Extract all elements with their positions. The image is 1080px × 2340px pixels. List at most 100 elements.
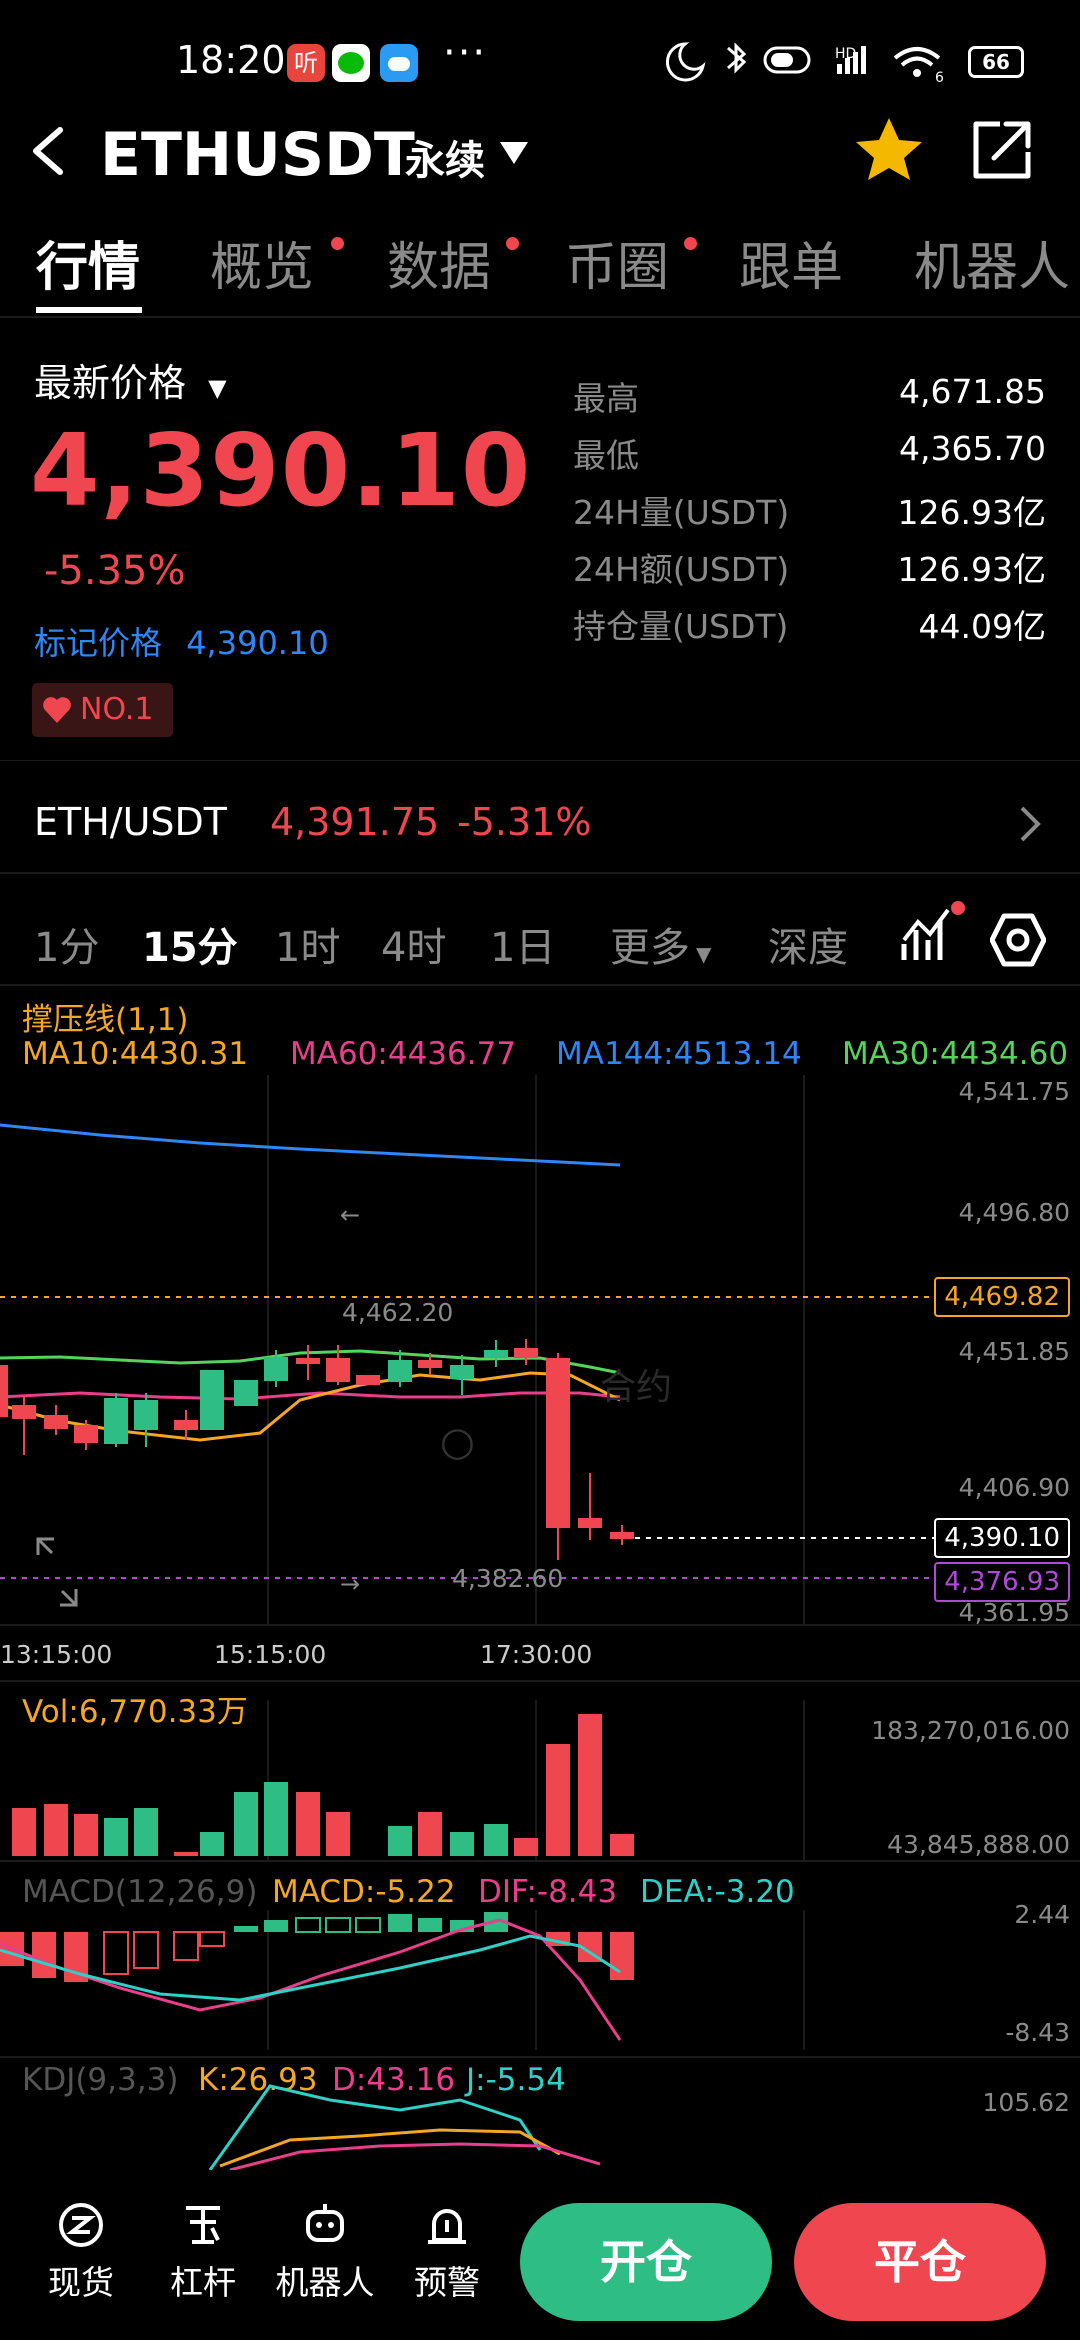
tab-market[interactable]: 行情 xyxy=(36,225,140,300)
y-axis-tick: 4,541.75 xyxy=(958,1077,1070,1106)
timeframe-1d[interactable]: 1日 xyxy=(490,915,555,973)
cloud-app-icon xyxy=(380,44,418,82)
divider xyxy=(0,2056,1080,2058)
spot-price: 4,391.75 xyxy=(270,800,440,844)
robot-icon xyxy=(270,2200,380,2250)
wechat-icon xyxy=(332,44,370,82)
y-axis-tick: 4,496.80 xyxy=(958,1198,1070,1227)
dea-value: DEA:-3.20 xyxy=(640,1874,795,1910)
nav-alert[interactable]: 预警 xyxy=(392,2200,502,2304)
status-bar: 18:20 听 ··· HD 6 66 xyxy=(0,0,1080,120)
spot-change: -5.31% xyxy=(457,800,592,844)
alert-icon xyxy=(392,2200,502,2250)
divider xyxy=(0,872,1080,874)
price-change-pct: -5.35% xyxy=(44,548,186,594)
contract-type[interactable]: 永续 xyxy=(405,128,485,186)
page-title[interactable]: ETHUSDT xyxy=(100,120,415,190)
dif-value: DIF:-8.43 xyxy=(478,1874,618,1910)
nav-robot-label: 机器人 xyxy=(275,2263,375,2302)
x-axis-tick: 17:30:00 xyxy=(480,1640,593,1669)
mark-price-label: 标记价格 xyxy=(34,624,163,662)
mark-price-value: 4,390.10 xyxy=(186,624,329,662)
macd-title: MACD(12,26,9) xyxy=(22,1874,258,1910)
kdj-chart xyxy=(208,2084,601,2170)
caret-down-icon: ▼ xyxy=(208,374,227,402)
tab-copy-trading[interactable]: 跟单 xyxy=(739,225,843,300)
last-price: 4,390.10 xyxy=(30,412,532,529)
support-price-tag: 4,376.93 xyxy=(934,1562,1070,1602)
caret-down-icon: ▼ xyxy=(696,942,712,966)
spot-icon xyxy=(26,2200,136,2250)
tab-robot[interactable]: 机器人 xyxy=(914,225,1070,300)
timeframe-4h[interactable]: 4时 xyxy=(381,915,446,973)
close-position-button[interactable]: 平仓 xyxy=(794,2203,1046,2321)
more-notifications-icon: ··· xyxy=(443,30,488,76)
stat-high-value: 4,671.85 xyxy=(899,372,1046,411)
price-type-label: 最新价格 xyxy=(34,361,187,405)
volume-chart xyxy=(12,1700,805,1860)
nav-spot-label: 现货 xyxy=(48,2263,114,2302)
depth-tab[interactable]: 深度 xyxy=(768,915,848,973)
divider xyxy=(0,316,1080,318)
low-marker-label: 4,382.60 xyxy=(452,1564,564,1593)
ma30-label: MA30:4434.60 xyxy=(842,1036,1069,1072)
stat-high-label: 最高 xyxy=(573,379,639,418)
mark-price: 标记价格 4,390.10 xyxy=(34,618,329,664)
open-position-button[interactable]: 开仓 xyxy=(520,2203,772,2321)
tab-coin-circle[interactable]: 币圈 xyxy=(565,225,669,300)
chevron-down-icon[interactable] xyxy=(498,140,530,166)
nav-leverage-label: 杠杆 xyxy=(170,2263,236,2302)
tab-notification-dot xyxy=(684,237,697,250)
status-time: 18:20 xyxy=(176,38,286,82)
leverage-icon xyxy=(148,2200,258,2250)
timeframe-more-label: 更多 xyxy=(610,925,690,971)
stat-open-interest-value: 44.09亿 xyxy=(918,607,1046,646)
timeframe-more[interactable]: 更多 ▼ xyxy=(610,915,711,973)
divider xyxy=(0,760,1080,761)
tab-bar: 行情 概览 数据 币圈 跟单 机器人 xyxy=(0,225,1080,315)
rank-badge-label: NO.1 xyxy=(80,692,154,727)
spot-pair: ETH/USDT xyxy=(34,800,228,844)
nav-robot[interactable]: 机器人 xyxy=(270,2200,380,2304)
x-axis-tick: 15:15:00 xyxy=(214,1640,327,1669)
rank-badge[interactable]: NO.1 xyxy=(32,683,173,737)
nav-leverage[interactable]: 杠杆 xyxy=(148,2200,258,2304)
nav-spot[interactable]: 现货 xyxy=(26,2200,136,2304)
tab-data[interactable]: 数据 xyxy=(387,225,491,300)
timeframe-15m[interactable]: 15分 xyxy=(142,915,238,973)
ma60-label: MA60:4436.77 xyxy=(290,1036,517,1072)
low-marker: → xyxy=(340,1570,360,1598)
stat-turnover-label: 24H额(USDT) xyxy=(573,550,790,589)
ma144-label: MA144:4513.14 xyxy=(556,1036,802,1072)
macd-chart xyxy=(0,1910,805,2050)
tab-notification-dot xyxy=(331,237,344,250)
battery-indicator: 66 xyxy=(968,46,1024,78)
timeframe-1m[interactable]: 1分 xyxy=(34,915,99,973)
stat-volume-label: 24H量(USDT) xyxy=(573,493,790,532)
high-marker-label: 4,462.20 xyxy=(342,1298,454,1327)
support-line-label: 撑压线(1,1) xyxy=(22,1002,189,1038)
divider xyxy=(0,1860,1080,1862)
macd-value: MACD:-5.22 xyxy=(272,1874,456,1910)
expand-icon xyxy=(36,1537,78,1607)
high-marker: ← xyxy=(340,1201,360,1229)
active-tab-indicator xyxy=(36,307,142,313)
gear-icon[interactable] xyxy=(990,912,1046,968)
resistance-price-tag: 4,469.82 xyxy=(934,1277,1070,1317)
app-notification-icon: 听 xyxy=(287,44,325,82)
stat-open-interest-label: 持仓量(USDT) xyxy=(573,607,789,646)
stat-low-value: 4,365.70 xyxy=(899,429,1046,468)
y-axis-tick: 4,361.95 xyxy=(958,1598,1070,1627)
stat-low-label: 最低 xyxy=(573,436,639,475)
timeframe-1h[interactable]: 1时 xyxy=(275,915,340,973)
tab-overview[interactable]: 概览 xyxy=(210,225,314,300)
chevron-right-icon[interactable] xyxy=(1018,804,1044,844)
y-axis-tick: 4,406.90 xyxy=(958,1473,1070,1502)
tab-notification-dot xyxy=(506,237,519,250)
back-icon[interactable] xyxy=(28,126,68,176)
indicator-settings-icon[interactable] xyxy=(900,900,966,966)
nav-alert-label: 预警 xyxy=(414,2263,480,2302)
star-icon[interactable] xyxy=(854,116,924,182)
price-type-selector[interactable]: 最新价格 ▼ xyxy=(34,352,227,407)
share-icon[interactable] xyxy=(970,118,1034,182)
